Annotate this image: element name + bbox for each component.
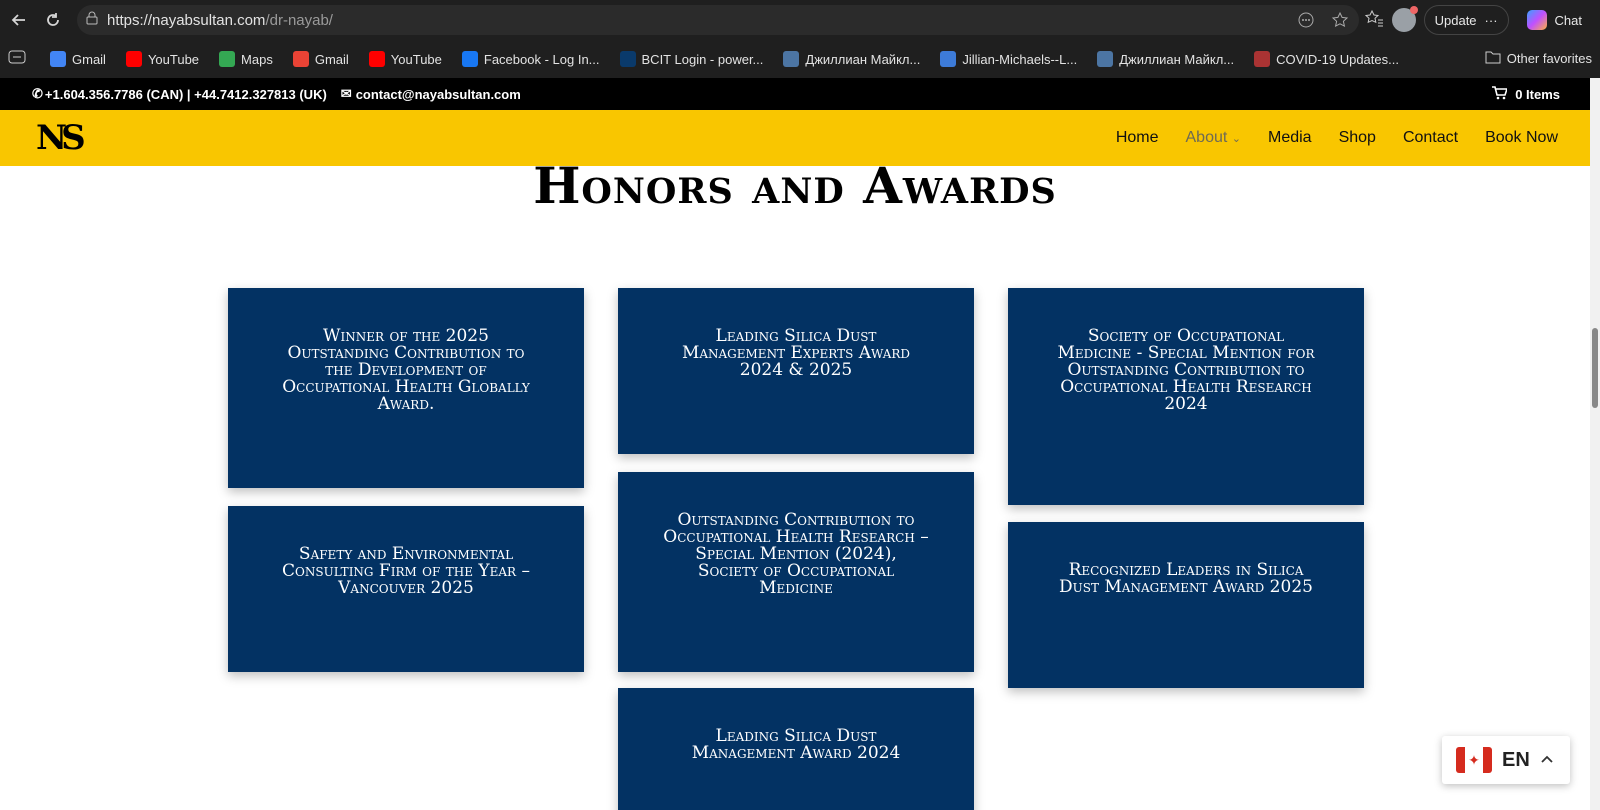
award-card[interactable]: Society of Occupational Medicine - Speci…	[1008, 288, 1364, 505]
address-bar[interactable]: https://nayabsultan.com/dr-nayab/	[77, 5, 1359, 35]
cart-icon	[1491, 86, 1509, 103]
bookmark-item[interactable]: Maps	[219, 51, 273, 67]
bookmarks-bar: Gmail YouTube Maps Gmail YouTube Facebook - L…	[0, 40, 1600, 78]
maps-icon	[219, 51, 236, 67]
menu-media[interactable]: Media	[1268, 129, 1312, 147]
award-title: Leading Silica Dust Management Award 202…	[691, 726, 901, 763]
bookmark-label: Facebook - Log In...	[483, 51, 600, 67]
award-title: Recognized Leaders in Silica Dust Manage…	[1059, 560, 1313, 597]
chevron-down-icon: ⌄	[1231, 133, 1241, 145]
award-card[interactable]: Safety and Environmental Consulting Firm…	[228, 506, 584, 672]
copilot-icon	[1526, 10, 1547, 30]
bookmark-label: Джиллиан Майкл...	[1119, 51, 1235, 67]
bookmark-item[interactable]: Jillian-Michaels--L...	[940, 51, 1077, 67]
award-title: Winner of the 2025 Outstanding Contribut…	[282, 326, 530, 414]
bookmark-item[interactable]: YouTube	[125, 51, 200, 67]
web-page: ✆ +1.604.356.7786 (CAN) | +44.7412.32781…	[0, 78, 1590, 810]
url-text: https://nayabsultan.com/dr-nayab/	[107, 11, 333, 29]
menu-home[interactable]: Home	[1116, 129, 1159, 147]
bookmark-item[interactable]: Gmail	[292, 51, 349, 67]
covid-icon	[1254, 51, 1271, 67]
bookmark-label: Джиллиан Майкл...	[805, 51, 921, 67]
menu-about[interactable]: About ⌄	[1186, 129, 1241, 147]
favorites-icon[interactable]	[1364, 8, 1384, 33]
menu-shop[interactable]: Shop	[1339, 129, 1376, 147]
gmail-icon	[292, 51, 309, 67]
youtube-icon	[368, 51, 385, 67]
browser-toolbar: https://nayabsultan.com/dr-nayab/ Update…	[0, 0, 1600, 40]
other-favorites[interactable]: Other favorites	[1485, 50, 1592, 67]
vk-icon	[783, 51, 800, 67]
site-logo[interactable]: NS	[36, 118, 86, 160]
email-icon: ✉	[340, 86, 352, 101]
award-title: Leading Silica Dust Management Experts A…	[681, 326, 911, 380]
bcit-icon	[619, 51, 636, 67]
profile-avatar[interactable]	[1391, 6, 1418, 32]
award-card[interactable]: Outstanding Contribution to Occupational…	[618, 472, 974, 672]
back-icon[interactable]	[2, 3, 36, 37]
award-card[interactable]: Winner of the 2025 Outstanding Contribut…	[228, 288, 584, 488]
bookmark-item[interactable]: Facebook - Log In...	[461, 51, 600, 67]
bookmark-item[interactable]: Джиллиан Майкл...	[1097, 51, 1234, 67]
award-card[interactable]: Leading Silica Dust Management Award 202…	[618, 688, 974, 810]
award-title: Society of Occupational Medicine - Speci…	[1057, 326, 1315, 414]
lock-icon	[85, 11, 99, 30]
page-scrollbar[interactable]	[1590, 78, 1600, 810]
canada-flag-icon: ✦	[1456, 747, 1492, 773]
cart-link[interactable]: 0 Items	[1491, 86, 1560, 103]
facebook-icon	[461, 51, 478, 67]
bookmark-label: Maps	[241, 51, 273, 67]
language-label: EN	[1502, 748, 1530, 771]
bookmark-label: YouTube	[147, 51, 200, 67]
award-card[interactable]: Leading Silica Dust Management Experts A…	[618, 288, 974, 454]
language-switcher[interactable]: ✦ EN	[1442, 736, 1570, 784]
star-icon[interactable]	[1331, 11, 1349, 34]
more-options-icon[interactable]	[1297, 11, 1315, 34]
folder-icon	[1485, 50, 1501, 67]
bookmark-label: COVID-19 Updates...	[1276, 51, 1399, 67]
bookmark-label: Gmail	[72, 51, 106, 67]
scroll-thumb[interactable]	[1592, 328, 1598, 408]
bookmark-label: Gmail	[314, 51, 349, 67]
copilot-chat-button[interactable]: Chat	[1517, 5, 1592, 35]
vk-icon	[1097, 51, 1114, 67]
bookmark-label: Jillian-Michaels--L...	[962, 51, 1078, 67]
bookmark-item[interactable]: COVID-19 Updates...	[1254, 51, 1399, 67]
award-card[interactable]: Recognized Leaders in Silica Dust Manage…	[1008, 522, 1364, 688]
tab-actions-icon[interactable]	[8, 50, 26, 69]
bookmark-label: BCIT Login - power...	[641, 51, 764, 67]
phone-icon: ✆	[32, 86, 43, 101]
reload-icon[interactable]	[36, 3, 70, 37]
menu-contact[interactable]: Contact	[1403, 129, 1458, 147]
google-icon	[50, 51, 66, 67]
bookmark-item[interactable]: Джиллиан Майкл...	[783, 51, 920, 67]
bookmark-item[interactable]: BCIT Login - power...	[619, 51, 764, 67]
video-icon	[940, 51, 957, 67]
contact-topbar: ✆ +1.604.356.7786 (CAN) | +44.7412.32781…	[0, 78, 1590, 110]
bookmark-item[interactable]: YouTube	[368, 51, 442, 67]
chevron-up-icon	[1540, 751, 1554, 769]
phone-numbers[interactable]: +1.604.356.7786 (CAN) | +44.7412.327813 …	[45, 87, 327, 102]
update-button[interactable]: Update ···	[1423, 5, 1509, 35]
award-title: Safety and Environmental Consulting Firm…	[282, 544, 530, 598]
page-heading: Honors and Awards	[533, 156, 1057, 215]
award-title: Outstanding Contribution to Occupational…	[663, 510, 929, 598]
menu-book-now[interactable]: Book Now	[1485, 129, 1558, 147]
bookmark-item[interactable]: Gmail	[50, 51, 106, 67]
youtube-icon	[125, 51, 142, 67]
bookmark-label: YouTube	[390, 51, 442, 67]
email-link[interactable]: contact@nayabsultan.com	[356, 87, 521, 102]
